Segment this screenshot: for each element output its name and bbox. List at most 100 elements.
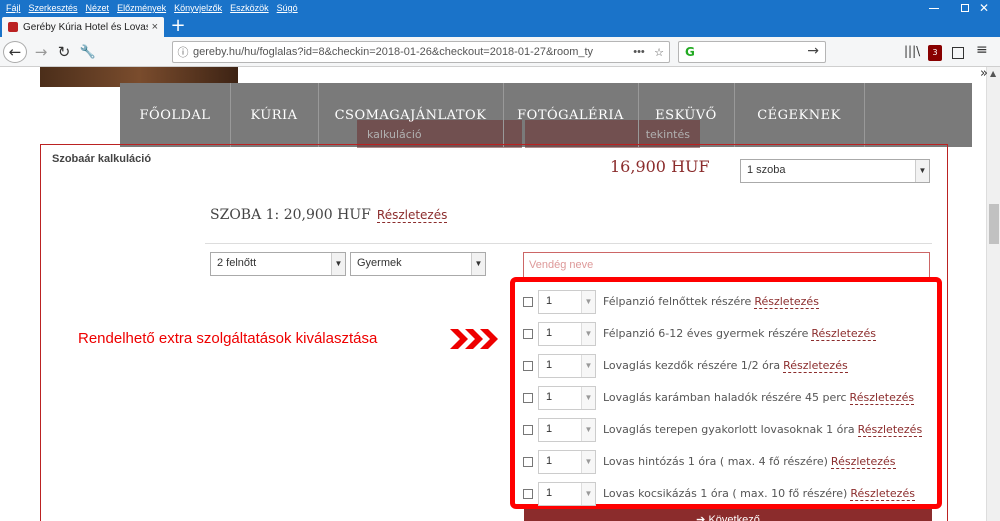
extra-label: Lovas kocsikázás 1 óra ( max. 10 fő rész… (603, 487, 915, 501)
address-bar[interactable]: ⓘ gereby.hu/hu/foglalas?id=8&checkin=201… (172, 41, 670, 63)
tab-close-icon[interactable]: × (152, 21, 158, 33)
hamburger-menu-icon[interactable]: ≡ (976, 42, 988, 58)
search-engine-icon: G (685, 45, 695, 59)
next-button[interactable]: ➔ Következő (524, 509, 932, 521)
new-tab-button[interactable]: + (170, 16, 186, 36)
window-close-button[interactable]: ✕ (968, 0, 1000, 16)
extra-row: 1 ▼ Félpanzió felnőttek részére Részletezé… (515, 288, 937, 316)
adults-select[interactable]: 2 felnőtt ▼ (210, 252, 346, 276)
extra-qty-select[interactable]: 1 ▼ (538, 386, 596, 410)
children-select[interactable]: Gyermek ▼ (350, 252, 486, 276)
site-navigation: kalkuláció tekintés FŐOLDAL KÚRIA CSOMAG… (120, 83, 972, 148)
nav-packages[interactable]: CSOMAGAJÁNLATOK (318, 83, 503, 147)
extra-checkbox[interactable] (523, 329, 533, 339)
chevron-down-icon: ▼ (471, 253, 485, 275)
extra-qty-select[interactable]: 1 ▼ (538, 354, 596, 378)
extra-label: Félpanzió 6-12 éves gyermek részére Részl… (603, 327, 876, 341)
bookmark-star-icon[interactable]: ☆ (649, 46, 669, 59)
adults-select-value: 2 felnőtt (217, 257, 257, 269)
scroll-up-icon[interactable]: ▲ (990, 69, 996, 78)
room-details-link[interactable]: Részletezés (376, 208, 448, 223)
site-info-icon[interactable]: ⓘ (173, 44, 193, 60)
scrollbar-thumb[interactable] (989, 204, 999, 244)
menu-tools[interactable]: Eszközök (230, 3, 269, 13)
extra-checkbox[interactable] (523, 489, 533, 499)
extra-label-text: Lovaglás kezdők részére 1/2 óra (603, 359, 781, 372)
extra-details-link[interactable]: Részletezés (811, 327, 876, 341)
extra-details-link[interactable]: Részletezés (850, 487, 915, 501)
page-scrollbar[interactable]: ▲ (986, 67, 1000, 521)
chevron-arrows-icon (450, 329, 498, 349)
extra-details-link[interactable]: Részletezés (783, 359, 848, 373)
nav-companies[interactable]: CÉGEKNEK (734, 83, 864, 147)
qty-value: 1 (546, 327, 553, 339)
site-favicon-icon (8, 22, 18, 32)
extra-details-link[interactable]: Részletezés (849, 391, 915, 405)
forward-button[interactable]: → (31, 41, 51, 63)
extra-checkbox[interactable] (523, 361, 533, 371)
menu-bar: Fájl Szerkesztés Nézet Előzmények Könyvj… (0, 0, 1000, 16)
nav-kuria[interactable]: KÚRIA (230, 83, 318, 147)
extra-label-text: Félpanzió felnőttek részére (603, 295, 752, 308)
nav-home[interactable]: FŐOLDAL (120, 83, 230, 147)
extra-qty-select[interactable]: 1 ▼ (538, 450, 596, 474)
sidebar-toggle-icon[interactable] (952, 47, 964, 59)
customize-wrench-icon[interactable]: 🔧 (78, 41, 98, 63)
extra-qty-select[interactable]: 1 ▼ (538, 322, 596, 346)
nav-separator (864, 83, 865, 147)
qty-value: 1 (546, 423, 553, 435)
menu-view[interactable]: Nézet (86, 3, 110, 13)
extra-details-link[interactable]: Részletezés (754, 295, 819, 309)
extra-label: Lovaglás terepen gyakorlott lovasoknak 1… (603, 423, 923, 437)
chevron-down-icon: ▼ (581, 483, 595, 505)
extra-checkbox[interactable] (523, 393, 533, 403)
qty-value: 1 (546, 295, 553, 307)
extra-checkbox[interactable] (523, 425, 533, 435)
guest-name-input[interactable]: Vendég neve (523, 252, 930, 278)
chevron-down-icon: ▼ (581, 323, 595, 345)
room-price-text: SZOBA 1: 20,900 HUF (210, 207, 371, 223)
search-go-icon[interactable]: → (807, 43, 819, 59)
extra-details-link[interactable]: Részletezés (830, 455, 896, 469)
rooms-select-value: 1 szoba (747, 164, 786, 176)
qty-value: 1 (546, 455, 553, 467)
minimize-button[interactable] (917, 0, 951, 16)
extra-qty-select[interactable]: 1 ▼ (538, 290, 596, 314)
reload-button[interactable]: ↻ (54, 41, 74, 63)
library-icon[interactable]: |||\ (904, 44, 920, 58)
extra-details-link[interactable]: Részletezés (857, 423, 923, 437)
back-button[interactable]: ← (3, 41, 27, 63)
extra-label: Félpanzió felnőttek részére Részletezés (603, 295, 819, 309)
extra-label-text: Lovaglás terepen gyakorlott lovasoknak 1… (603, 423, 855, 436)
page-actions-icon[interactable]: ••• (629, 46, 649, 58)
menu-bookmarks[interactable]: Könyvjelzők (174, 3, 222, 13)
nav-gallery[interactable]: FOTÓGALÉRIA (503, 83, 638, 147)
divider (205, 243, 932, 244)
toolbar-overflow-icon[interactable]: » (980, 66, 988, 81)
extra-qty-select[interactable]: 1 ▼ (538, 482, 596, 506)
extra-qty-select[interactable]: 1 ▼ (538, 418, 596, 442)
nav-wedding[interactable]: ESKÜVŐ (638, 83, 734, 147)
search-bar[interactable]: G → (678, 41, 826, 63)
menu-history[interactable]: Előzmények (117, 3, 166, 13)
total-price: 16,900 HUF (610, 157, 710, 176)
browser-tab[interactable]: Geréby Kúria Hotel és Lovasudvar × (2, 17, 164, 37)
chevron-down-icon: ▼ (581, 387, 595, 409)
tab-bar: Geréby Kúria Hotel és Lovasudvar × (0, 16, 1000, 37)
chevron-down-icon: ▼ (581, 291, 595, 313)
ublock-addon-icon[interactable]: 3 (928, 45, 942, 61)
qty-value: 1 (546, 359, 553, 371)
chevron-down-icon: ▼ (581, 451, 595, 473)
url-text[interactable]: gereby.hu/hu/foglalas?id=8&checkin=2018-… (193, 46, 629, 58)
menu-help[interactable]: Súgó (277, 3, 298, 13)
extra-label: Lovaglás karámban haladók részére 45 per… (603, 391, 915, 405)
extras-highlight-box: 1 ▼ Félpanzió felnőttek részére Részletezé… (510, 277, 942, 509)
menu-file[interactable]: Fájl (6, 3, 21, 13)
extras-annotation: Rendelhető extra szolgáltatások kiválasz… (78, 330, 378, 347)
web-page: kalkuláció tekintés FŐOLDAL KÚRIA CSOMAG… (0, 67, 1000, 521)
menu-edit[interactable]: Szerkesztés (29, 3, 78, 13)
extra-checkbox[interactable] (523, 457, 533, 467)
children-select-value: Gyermek (357, 257, 402, 269)
rooms-select[interactable]: 1 szoba ▼ (740, 159, 930, 183)
extra-checkbox[interactable] (523, 297, 533, 307)
